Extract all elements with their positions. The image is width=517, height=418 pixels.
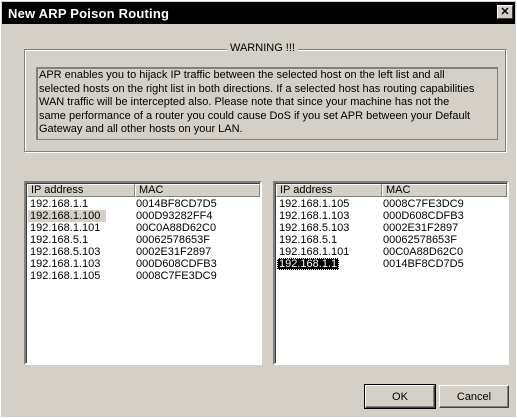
close-button[interactable]: ✕ bbox=[497, 5, 513, 19]
mac-cell: 00062578653F bbox=[383, 234, 458, 246]
list-item[interactable]: 192.168.1.103 000D608CDFB3 bbox=[27, 258, 259, 270]
list-item[interactable]: 192.168.5.1 00062578653F bbox=[27, 234, 259, 246]
mac-cell: 000D93282FF4 bbox=[136, 210, 213, 222]
warning-line: Gateway and all other hosts on your LAN. bbox=[39, 123, 243, 135]
list-item[interactable]: 192.168.1.101 00C0A88D62C0 bbox=[276, 246, 506, 258]
ip-cell: 192.168.1.103 bbox=[279, 210, 350, 222]
ip-cell: 192.168.5.1 bbox=[279, 234, 338, 246]
mac-cell: 0002E31F2897 bbox=[136, 246, 212, 258]
mac-cell: 0002E31F2897 bbox=[383, 222, 459, 234]
mac-cell: 0008C7FE3DC9 bbox=[136, 270, 217, 282]
ip-cell: 192.168.1.1 bbox=[277, 258, 340, 270]
list-item[interactable]: 192.168.1.103 000D608CDFB3 bbox=[276, 210, 506, 222]
warning-line: same performance of a router you could c… bbox=[39, 109, 471, 122]
warning-line: selected hosts on the right list in both… bbox=[39, 82, 475, 95]
ip-cell: 192.168.1.103 bbox=[30, 258, 101, 270]
ip-cell: 192.168.1.100 bbox=[28, 210, 107, 222]
mac-cell: 000D608CDFB3 bbox=[383, 210, 464, 222]
ip-cell: 192.168.5.103 bbox=[279, 222, 350, 234]
warning-label: WARNING !!! bbox=[227, 42, 298, 54]
mac-cell: 0014BF8CD7D5 bbox=[383, 258, 464, 270]
cancel-button[interactable]: Cancel bbox=[439, 385, 509, 408]
ip-cell: 192.168.1.1 bbox=[30, 198, 89, 210]
column-header-mac[interactable]: MAC bbox=[135, 184, 260, 197]
close-icon: ✕ bbox=[500, 5, 510, 18]
ip-cell: 192.168.1.101 bbox=[30, 222, 101, 234]
warning-text: APR enables you to hijack IP traffic bet… bbox=[36, 67, 498, 140]
ip-cell: 192.168.5.103 bbox=[30, 246, 101, 258]
list-item[interactable]: 192.168.5.103 0002E31F2897 bbox=[276, 222, 506, 234]
mac-cell: 0008C7FE3DC9 bbox=[383, 198, 464, 210]
ip-cell: 192.168.5.1 bbox=[30, 234, 89, 246]
mac-cell: 00C0A88D62C0 bbox=[383, 246, 464, 258]
list-item[interactable]: 192.168.1.1 0014BF8CD7D5 bbox=[27, 198, 259, 210]
column-header-mac[interactable]: MAC bbox=[382, 184, 507, 197]
column-header-ip[interactable]: IP address bbox=[27, 184, 135, 197]
ip-cell: 192.168.1.105 bbox=[30, 270, 101, 282]
warning-group: WARNING !!! APR enables you to hijack IP… bbox=[24, 42, 506, 152]
mac-cell: 000D608CDFB3 bbox=[136, 258, 217, 270]
list-item-focused[interactable]: 192.168.1.1 0014BF8CD7D5 bbox=[276, 258, 506, 270]
list-item[interactable]: 192.168.5.103 0002E31F2897 bbox=[27, 246, 259, 258]
right-host-list[interactable]: IP address MAC 192.168.1.105 0008C7FE3DC… bbox=[273, 181, 509, 365]
list-item[interactable]: 192.168.1.101 00C0A88D62C0 bbox=[27, 222, 259, 234]
list-item[interactable]: 192.168.5.1 00062578653F bbox=[276, 234, 506, 246]
list-item[interactable]: 192.168.1.105 0008C7FE3DC9 bbox=[27, 270, 259, 282]
window-title: New ARP Poison Routing bbox=[8, 6, 170, 21]
warning-line: APR enables you to hijack IP traffic bet… bbox=[39, 69, 445, 81]
list-item[interactable]: 192.168.1.105 0008C7FE3DC9 bbox=[276, 198, 506, 210]
column-header-ip[interactable]: IP address bbox=[276, 184, 382, 197]
left-host-list[interactable]: IP address MAC 192.168.1.1 0014BF8CD7D5 … bbox=[24, 181, 262, 365]
title-bar[interactable]: New ARP Poison Routing ✕ bbox=[2, 2, 515, 24]
mac-cell: 00062578653F bbox=[136, 234, 211, 246]
mac-cell: 0014BF8CD7D5 bbox=[136, 198, 217, 210]
warning-line: WAN traffic will be intercepted also. Pl… bbox=[39, 96, 450, 108]
arp-routing-dialog: New ARP Poison Routing ✕ WARNING !!! APR… bbox=[0, 0, 517, 418]
mac-cell: 00C0A88D62C0 bbox=[136, 222, 217, 234]
ip-cell: 192.168.1.105 bbox=[279, 198, 350, 210]
ip-cell: 192.168.1.101 bbox=[279, 246, 350, 258]
list-item-selected[interactable]: 192.168.1.100 000D93282FF4 bbox=[27, 210, 259, 222]
ok-button[interactable]: OK bbox=[364, 384, 436, 409]
